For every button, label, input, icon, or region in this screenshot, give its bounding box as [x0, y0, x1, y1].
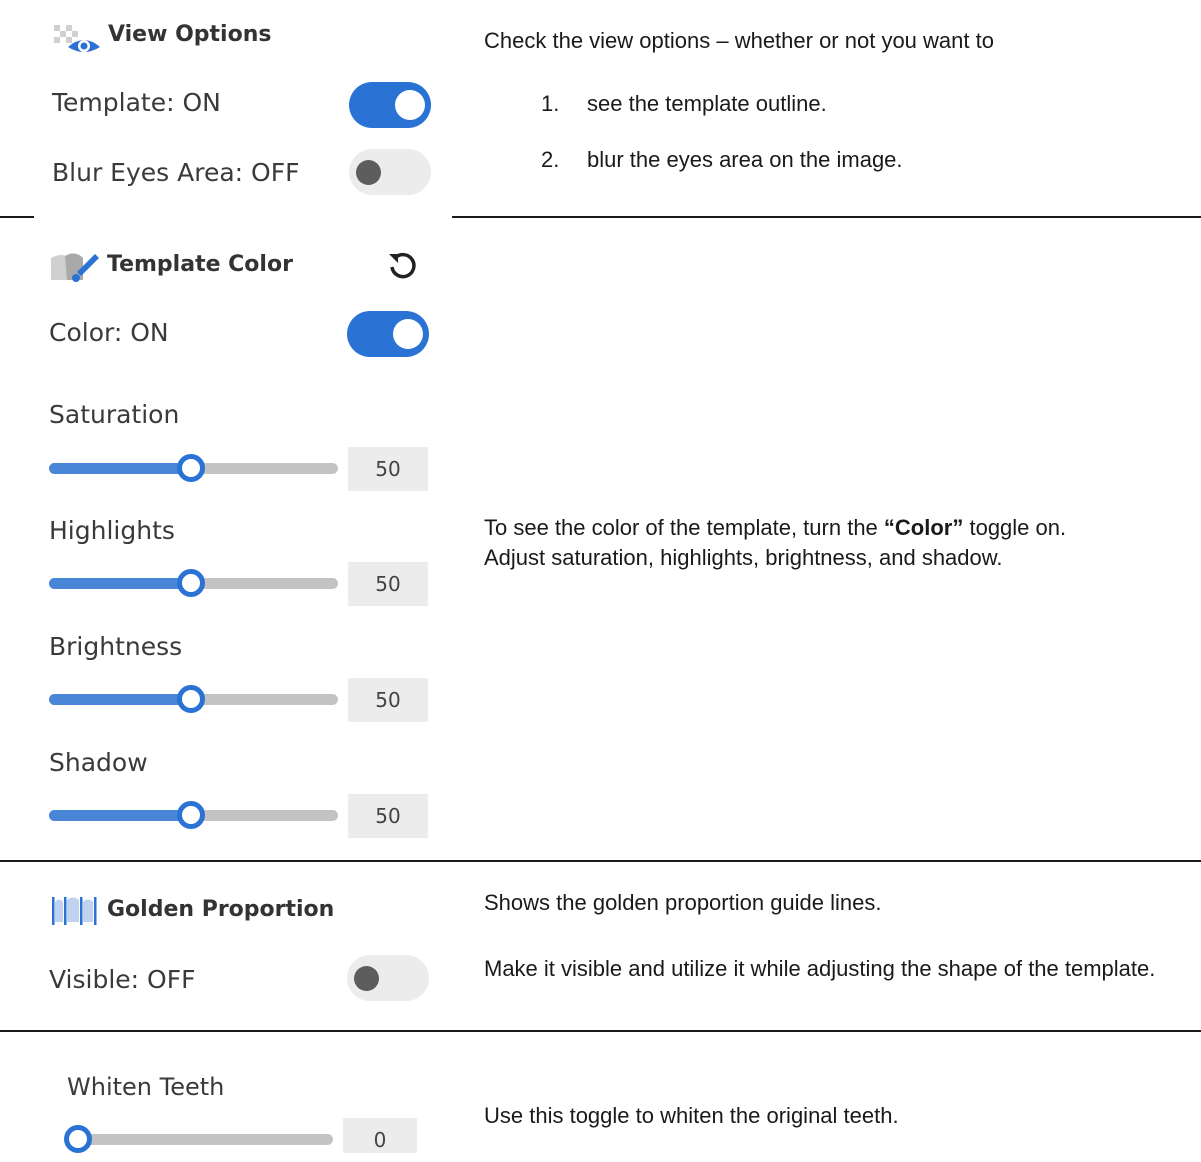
divider: [0, 216, 34, 218]
view-options-icon: [52, 23, 100, 57]
highlights-value[interactable]: 50: [348, 562, 428, 606]
divider: [0, 860, 1201, 862]
slider-thumb[interactable]: [64, 1125, 92, 1153]
blur-eyes-toggle-label: Blur Eyes Area: OFF: [52, 158, 300, 187]
golden-proportion-usage: Make it visible and utilize it while adj…: [484, 956, 1156, 981]
shadow-value[interactable]: 50: [348, 794, 428, 838]
reset-icon[interactable]: [386, 250, 418, 282]
brightness-label: Brightness: [49, 632, 183, 661]
template-toggle[interactable]: [349, 82, 431, 128]
view-options-description: Check the view options – whether or not …: [484, 28, 994, 53]
whiten-teeth-label: Whiten Teeth: [67, 1073, 225, 1101]
list-item: see the template outline.: [587, 91, 827, 116]
divider: [0, 1030, 1201, 1032]
shadow-label: Shadow: [49, 748, 148, 777]
template-color-icon: [49, 250, 99, 284]
divider: [452, 216, 1201, 218]
whiten-teeth-description: Use this toggle to whiten the original t…: [484, 1103, 899, 1128]
template-toggle-label: Template: ON: [52, 88, 221, 117]
golden-proportion-icon: [50, 894, 98, 928]
highlights-label: Highlights: [49, 516, 175, 545]
color-toggle[interactable]: [347, 311, 429, 357]
view-options-title: View Options: [108, 22, 272, 47]
visible-toggle-label: Visible: OFF: [49, 965, 196, 994]
whiten-teeth-value[interactable]: 0: [343, 1118, 417, 1153]
brightness-slider[interactable]: [49, 685, 338, 713]
golden-visible-toggle[interactable]: [347, 955, 429, 1001]
slider-thumb[interactable]: [177, 569, 205, 597]
template-color-description: To see the color of the template, turn t…: [484, 515, 1067, 570]
slider-thumb[interactable]: [177, 685, 205, 713]
color-toggle-label: Color: ON: [49, 318, 169, 347]
shadow-slider[interactable]: [49, 801, 338, 829]
whiten-teeth-slider[interactable]: [64, 1125, 333, 1153]
template-color-title: Template Color: [107, 252, 293, 277]
brightness-value[interactable]: 50: [348, 678, 428, 722]
saturation-label: Saturation: [49, 400, 180, 429]
highlights-slider[interactable]: [49, 569, 338, 597]
golden-proportion-title: Golden Proportion: [107, 897, 335, 922]
list-item-number: 1.: [541, 91, 560, 116]
slider-thumb[interactable]: [177, 454, 205, 482]
list-item-number: 2.: [541, 147, 560, 172]
golden-proportion-description: Shows the golden proportion guide lines.: [484, 890, 882, 915]
saturation-slider[interactable]: [49, 454, 338, 482]
saturation-value[interactable]: 50: [348, 447, 428, 491]
blur-eyes-toggle[interactable]: [349, 149, 431, 195]
slider-thumb[interactable]: [177, 801, 205, 829]
list-item: blur the eyes area on the image.: [587, 147, 903, 172]
